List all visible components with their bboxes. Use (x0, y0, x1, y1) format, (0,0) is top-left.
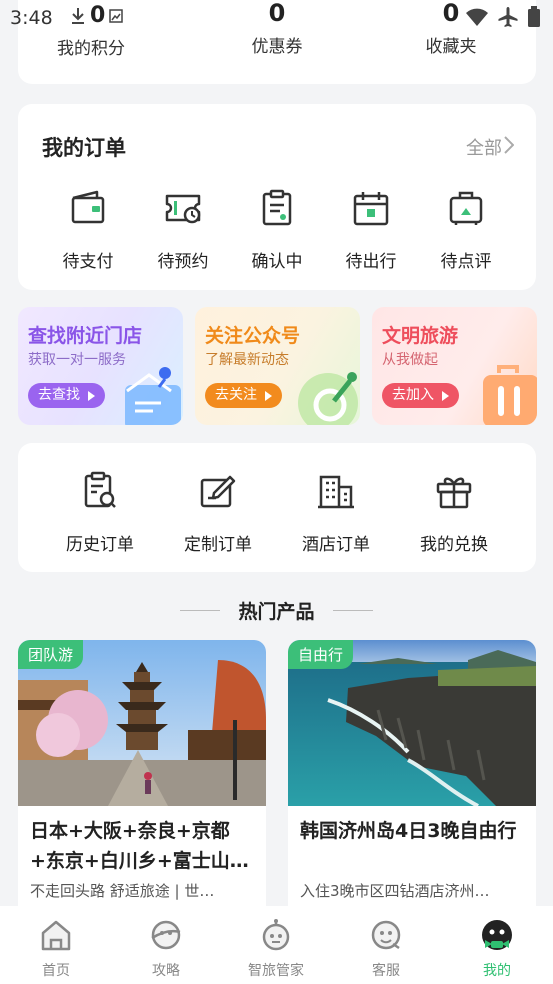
promo-button-label: 去加入 (392, 387, 434, 403)
profile-icon (482, 920, 512, 950)
product-card[interactable]: 自由行 韩国济州岛4日3晚自由行 入住3晚市区四钻酒店济州… (288, 640, 536, 920)
order-pending-review[interactable]: 待点评 (421, 188, 511, 272)
chevron-right-icon[interactable] (504, 136, 514, 154)
wallet-icon (71, 190, 105, 224)
stat-label: 优惠券 (251, 37, 303, 57)
service-custom-orders[interactable]: 定制订单 (163, 471, 273, 555)
service-my-redemptions[interactable]: 我的兑换 (399, 471, 509, 555)
tab-customer-service[interactable]: 客服 (331, 918, 441, 980)
promo-civilized-travel[interactable]: 文明旅游 从我做起 去加入 (372, 307, 537, 425)
wifi-icon (466, 8, 488, 26)
map-pin-icon (125, 367, 181, 425)
product-desc: 不走回头路 舒适旅途 | 世… (30, 882, 215, 900)
services-card: 历史订单 定制订单 酒店订单 我的兑换 (18, 443, 536, 572)
history-order-icon (84, 471, 116, 508)
order-item-label: 待支付 (62, 252, 114, 272)
promo-subtitle: 从我做起 (382, 352, 438, 368)
tab-home[interactable]: 首页 (1, 918, 111, 980)
assistant-icon (262, 919, 290, 951)
play-icon (442, 390, 449, 401)
status-time: 3:48 (10, 7, 53, 29)
promo-follow-account[interactable]: 关注公众号 了解最新动态 去关注 (195, 307, 360, 425)
service-hotel-orders[interactable]: 酒店订单 (281, 471, 391, 555)
promo-subtitle: 获取一对一服务 (28, 352, 126, 368)
orders-card: 我的订单 全部 待支付 待预约 确认中 待出行 待点评 (18, 104, 536, 290)
tab-label: 攻略 (152, 963, 180, 979)
promo-title: 查找附近门店 (28, 325, 143, 347)
gift-icon (436, 477, 472, 509)
order-pending-payment[interactable]: 待支付 (43, 188, 133, 272)
tab-label: 客服 (372, 963, 400, 979)
promo-find-stores[interactable]: 查找附近门店 获取一对一服务 去查找 (18, 307, 183, 425)
promo-button-label: 去关注 (215, 387, 257, 403)
tab-label: 我的 (483, 963, 511, 979)
promo-title: 关注公众号 (205, 325, 301, 347)
airplane-icon (498, 7, 518, 27)
order-pending-trip[interactable]: 待出行 (326, 188, 416, 272)
play-icon (265, 390, 272, 401)
suitcase-icon (483, 365, 537, 425)
service-history-orders[interactable]: 历史订单 (45, 471, 155, 555)
hot-products-title: 热门产品 (238, 601, 315, 623)
order-item-label: 待预约 (157, 252, 209, 272)
tab-smart-assistant[interactable]: 智旅管家 (221, 918, 331, 980)
tab-guide[interactable]: 攻略 (111, 918, 221, 980)
guide-icon (151, 920, 181, 950)
product-name: 日本+大阪+奈良+京都+东京+白川乡+富士山… (30, 820, 249, 872)
service-label: 我的兑换 (420, 535, 488, 555)
play-icon (88, 390, 95, 401)
tab-label: 首页 (42, 963, 70, 979)
hotel-icon (318, 475, 354, 509)
home-icon (41, 920, 71, 951)
stat-label: 我的积分 (57, 39, 125, 59)
image-icon (109, 9, 124, 23)
clipboard-icon (262, 189, 292, 226)
tab-profile[interactable]: 我的 (442, 918, 552, 980)
service-label: 酒店订单 (302, 535, 370, 555)
promo-title: 文明旅游 (382, 325, 459, 347)
order-item-label: 确认中 (251, 252, 303, 272)
product-tag: 团队游 (18, 640, 84, 669)
product-desc: 入住3晚市区四钻酒店济州… (300, 882, 490, 900)
service-icon (371, 920, 401, 950)
product-image: 自由行 (288, 640, 536, 806)
orders-all-link[interactable]: 全部 (466, 134, 502, 160)
service-label: 定制订单 (184, 535, 252, 555)
order-confirming[interactable]: 确认中 (232, 188, 322, 272)
luggage-icon (449, 191, 483, 225)
wechat-follow-icon (298, 372, 358, 425)
custom-order-icon (200, 475, 236, 508)
promo-button[interactable]: 去加入 (382, 383, 459, 408)
bottom-tab-bar: 首页 攻略 智旅管家 客服 我的 (0, 906, 553, 984)
calendar-icon (353, 192, 389, 226)
promo-button[interactable]: 去关注 (205, 383, 282, 408)
notification-count: 0 (90, 3, 106, 28)
promo-subtitle: 了解最新动态 (205, 352, 289, 368)
service-label: 历史订单 (66, 535, 134, 555)
order-item-label: 待出行 (345, 252, 397, 272)
orders-title: 我的订单 (42, 136, 126, 160)
promo-button-label: 去查找 (38, 387, 80, 403)
product-card[interactable]: 团队游 日本+大阪+奈良+京都+东京+白川乡+富士山… 不走回头路 舒适旅途 |… (18, 640, 266, 920)
stat-label: 收藏夹 (425, 37, 477, 57)
product-image: 团队游 (18, 640, 266, 806)
divider-right (333, 610, 373, 611)
product-tag: 自由行 (288, 640, 354, 669)
order-pending-booking[interactable]: 待预约 (138, 188, 228, 272)
product-name: 韩国济州岛4日3晚自由行 (300, 820, 517, 842)
download-icon (72, 8, 84, 24)
order-item-label: 待点评 (440, 252, 492, 272)
status-bar: 3:48 0 (0, 0, 553, 34)
promo-button[interactable]: 去查找 (28, 383, 105, 408)
battery-icon (528, 6, 540, 27)
ticket-clock-icon (165, 194, 201, 224)
tab-label: 智旅管家 (248, 963, 304, 979)
